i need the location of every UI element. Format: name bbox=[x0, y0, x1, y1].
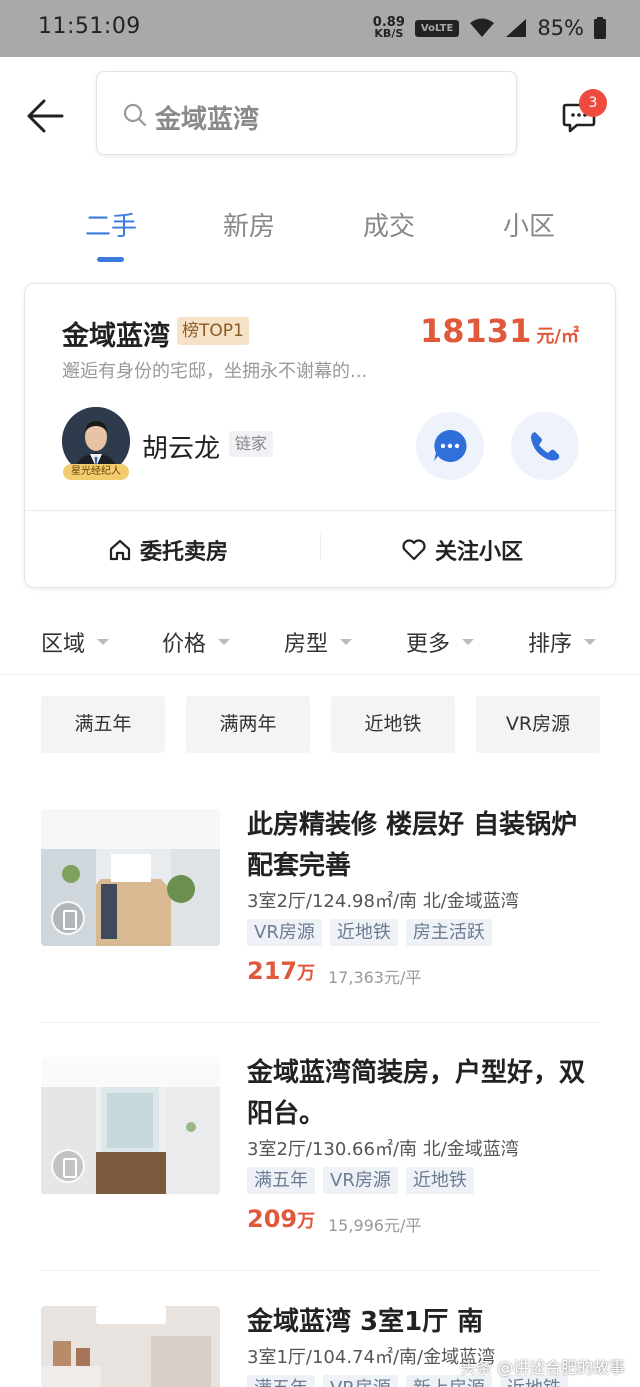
filter-bar: 区域 价格 房型 更多 排序 bbox=[0, 608, 640, 674]
listing-price-unit: 万 bbox=[297, 1211, 316, 1232]
listing-title: 金域蓝湾简装房，户型好，双阳台。 bbox=[247, 1058, 586, 1129]
listing-tag: 近地铁 bbox=[405, 1167, 474, 1194]
tab-bar: 二手 新房 成交 小区 bbox=[0, 200, 640, 270]
chip-two-years[interactable]: 满两年 bbox=[186, 696, 310, 753]
rank-badge: 榜TOP1 bbox=[177, 317, 249, 345]
community-price: 18131 元/㎡ bbox=[420, 312, 579, 350]
filter-area[interactable]: 区域 bbox=[41, 626, 110, 658]
community-card: 金域蓝湾 榜TOP1 18131 元/㎡ 邂逅有身份的宅邸，坐拥永不谢幕的...… bbox=[24, 283, 616, 588]
filter-price-label: 价格 bbox=[162, 632, 207, 657]
filter-more-label: 更多 bbox=[406, 632, 451, 657]
chevron-down-icon bbox=[340, 639, 353, 645]
back-arrow-icon[interactable] bbox=[24, 95, 66, 137]
wifi-icon bbox=[470, 18, 495, 37]
listing-price: 217万 bbox=[247, 957, 315, 985]
tab-transactions[interactable]: 成交 bbox=[329, 206, 449, 243]
listing-tag: 满五年 bbox=[247, 1167, 315, 1194]
network-speed: 0.89 KB/S bbox=[373, 16, 405, 40]
follow-community-button[interactable]: 关注小区 bbox=[401, 534, 523, 566]
chevron-down-icon bbox=[584, 639, 597, 645]
listing-tag: VR房源 bbox=[323, 1375, 398, 1387]
vr-icon bbox=[51, 1149, 85, 1183]
signal-icon bbox=[506, 19, 527, 37]
listing-unit-price: 17,363元/平 bbox=[328, 968, 422, 987]
battery-percent: 85% bbox=[537, 16, 584, 40]
listing-tag: 房主活跃 bbox=[405, 919, 492, 946]
listing-tag: VR房源 bbox=[323, 1167, 398, 1194]
filter-area-label: 区域 bbox=[41, 632, 86, 657]
status-indicators: 0.89 KB/S VoLTE 85% bbox=[373, 12, 606, 44]
listing-tags: VR房源 近地铁 房主活跃 bbox=[247, 919, 492, 946]
star-agent-badge: 星光经纪人 bbox=[63, 464, 129, 480]
entrust-sell-button[interactable]: 委托卖房 bbox=[108, 534, 228, 566]
search-input[interactable]: 金域蓝湾 bbox=[96, 71, 517, 155]
listing-divider bbox=[41, 1270, 600, 1271]
chip-near-metro[interactable]: 近地铁 bbox=[331, 696, 455, 753]
community-description: 邂逅有身份的宅邸，坐拥永不谢幕的... bbox=[62, 361, 368, 382]
active-tab-indicator bbox=[97, 257, 124, 262]
filter-sort[interactable]: 排序 bbox=[528, 626, 597, 658]
listing-price: 209万 bbox=[247, 1205, 315, 1233]
listing-photo-image bbox=[41, 1306, 220, 1387]
listing-unit-price: 15,996元/平 bbox=[328, 1216, 422, 1235]
listing-photo bbox=[41, 1306, 220, 1387]
call-agent-button[interactable] bbox=[511, 412, 579, 480]
filter-layout[interactable]: 房型 bbox=[284, 626, 353, 658]
listing-tag: 近地铁 bbox=[329, 919, 398, 946]
chip-five-years[interactable]: 满五年 bbox=[41, 696, 165, 753]
follow-community-label: 关注小区 bbox=[435, 540, 524, 565]
listing-tags: 满五年 VR房源 近地铁 bbox=[247, 1167, 474, 1194]
chevron-down-icon bbox=[462, 639, 475, 645]
community-price-unit: 元/㎡ bbox=[536, 326, 579, 347]
volte-badge: VoLTE bbox=[414, 19, 460, 37]
listing-price-value: 217 bbox=[247, 957, 298, 985]
search-icon bbox=[123, 103, 147, 127]
vr-icon bbox=[51, 901, 85, 935]
action-divider bbox=[320, 534, 321, 560]
listing-price-value: 209 bbox=[247, 1205, 298, 1233]
watermark: 头条 @讲述合肥的故事 bbox=[460, 1358, 626, 1377]
chip-vr-listing[interactable]: VR房源 bbox=[476, 696, 600, 753]
filter-sort-label: 排序 bbox=[528, 632, 573, 657]
message-count-badge: 3 bbox=[579, 89, 607, 117]
chat-agent-button[interactable] bbox=[416, 412, 484, 480]
tab-communities[interactable]: 小区 bbox=[469, 206, 589, 243]
listing-title: 此房精装修 楼层好 自装锅炉配套完善 bbox=[247, 810, 578, 881]
status-time: 11:51:09 bbox=[38, 14, 141, 39]
card-divider bbox=[25, 510, 615, 511]
listing-price-unit: 万 bbox=[297, 963, 316, 984]
chevron-down-icon bbox=[218, 639, 231, 645]
filter-divider bbox=[0, 674, 640, 675]
filter-more[interactable]: 更多 bbox=[406, 626, 475, 658]
listing-meta: 3室1厅/104.74㎡/南/金域蓝湾 bbox=[247, 1347, 496, 1368]
phone-icon bbox=[531, 432, 560, 461]
agent-name: 胡云龙 bbox=[142, 434, 221, 464]
listing-tag: 满五年 bbox=[247, 1375, 315, 1387]
listing-title: 金域蓝湾 3室1厅 南 bbox=[247, 1307, 484, 1337]
tab-new-homes[interactable]: 新房 bbox=[189, 206, 309, 243]
listing-meta: 3室2厅/130.66㎡/南 北/金域蓝湾 bbox=[247, 1139, 519, 1160]
community-name[interactable]: 金域蓝湾 bbox=[62, 314, 170, 353]
listing-photo bbox=[41, 1057, 220, 1194]
status-bar: 11:51:09 0.89 KB/S VoLTE 85% bbox=[0, 0, 640, 57]
tab-second-hand[interactable]: 二手 bbox=[51, 206, 171, 243]
heart-icon bbox=[402, 539, 426, 561]
listing-photo bbox=[41, 809, 220, 946]
listing-divider bbox=[41, 1022, 600, 1023]
listing-meta: 3室2厅/124.98㎡/南 北/金域蓝湾 bbox=[247, 891, 519, 912]
filter-layout-label: 房型 bbox=[284, 632, 329, 657]
chat-bubble-icon bbox=[434, 429, 467, 462]
chevron-down-icon bbox=[97, 639, 110, 645]
agent-company: 链家 bbox=[229, 431, 274, 457]
home-icon bbox=[109, 539, 131, 561]
entrust-sell-label: 委托卖房 bbox=[140, 540, 229, 565]
network-speed-unit: KB/S bbox=[374, 27, 404, 40]
filter-price[interactable]: 价格 bbox=[162, 626, 231, 658]
listing-tag: VR房源 bbox=[247, 919, 322, 946]
search-query: 金域蓝湾 bbox=[155, 105, 260, 135]
battery-icon bbox=[594, 17, 606, 39]
community-price-value: 18131 bbox=[420, 312, 532, 350]
